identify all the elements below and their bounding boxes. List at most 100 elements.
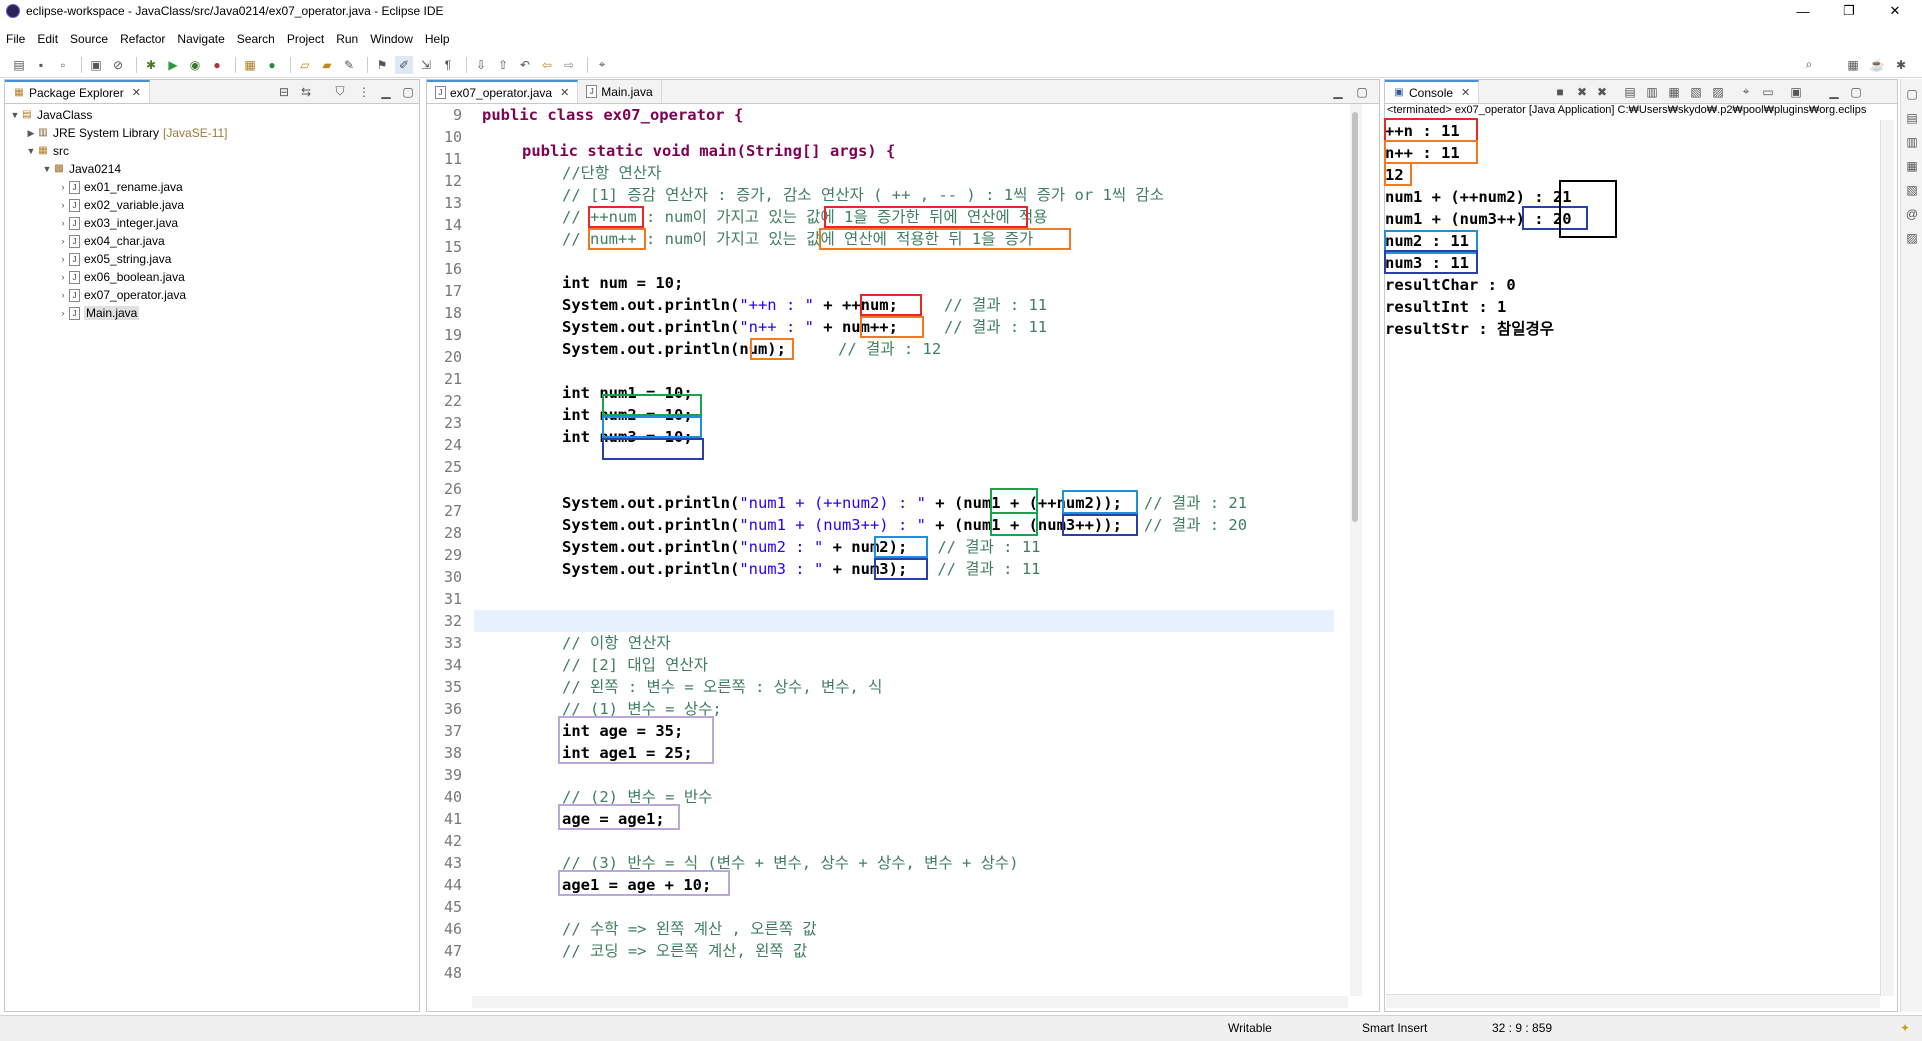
remove-all-icon[interactable]: ✖	[1593, 83, 1611, 101]
java-perspective-icon[interactable]: ☕	[1868, 56, 1886, 74]
coverage-icon[interactable]: ◉	[186, 56, 204, 74]
view-menu-icon[interactable]: ⋮	[355, 83, 373, 101]
chevron-right-icon[interactable]: ›	[57, 254, 69, 264]
search-tool-icon[interactable]: ✎	[340, 56, 358, 74]
menu-project[interactable]: Project	[287, 32, 324, 46]
code-line[interactable]: // (3) 반수 = 식 (변수 + 변수, 상수 + 상수, 변수 + 상수…	[562, 852, 1334, 874]
chevron-right-icon[interactable]: ›	[57, 290, 69, 300]
tab-package-explorer[interactable]: ▦ Package Explorer ✕	[5, 80, 150, 103]
open-folder-icon[interactable]: ▰	[318, 56, 336, 74]
tree-file-item[interactable]: › J ex01_rename.java	[5, 178, 419, 196]
code-line[interactable]: // 코딩 => 오른쪽 계산, 왼쪽 값	[562, 940, 1334, 962]
word-wrap-icon[interactable]: ▦	[1665, 83, 1683, 101]
code-editor[interactable]: 9 10 11 12 13 14 15 16 17 18 19 20 21 22 23 24 25 26 27 28 2…	[428, 104, 1350, 996]
scroll-lock-icon[interactable]: ▥	[1643, 83, 1661, 101]
new-java-project-icon[interactable]: ▦	[241, 56, 259, 74]
chevron-right-icon[interactable]: ▶	[25, 128, 37, 139]
chevron-right-icon[interactable]: ›	[57, 200, 69, 210]
debug-icon[interactable]: ✱	[142, 56, 160, 74]
collapse-all-icon[interactable]: ⊟	[275, 83, 293, 101]
code-line[interactable]: System.out.println("num1 + (num3++) : " …	[562, 514, 1334, 536]
close-icon[interactable]: ✕	[560, 86, 569, 99]
code-line[interactable]: int age1 = 25;	[562, 742, 1334, 764]
code-line[interactable]: System.out.println("num1 + (++num2) : " …	[562, 492, 1334, 514]
menu-navigate[interactable]: Navigate	[177, 32, 224, 46]
minimize-view-icon[interactable]: ▁	[1329, 83, 1347, 101]
forward-icon[interactable]: ⇨	[560, 56, 578, 74]
save-all-icon[interactable]: ▫	[54, 56, 72, 74]
search-icon[interactable]: ⌕	[1800, 56, 1818, 74]
code-line[interactable]: public static void main(String[] args) {	[522, 140, 1334, 162]
chevron-down-icon[interactable]: ▼	[41, 164, 53, 174]
tree-file-item[interactable]: › J ex03_integer.java	[5, 214, 419, 232]
menu-refactor[interactable]: Refactor	[120, 32, 165, 46]
next-annotation-icon[interactable]: ⇩	[472, 56, 490, 74]
editor-vertical-scrollbar[interactable]	[1348, 104, 1362, 996]
code-line[interactable]: int num = 10;	[562, 272, 1334, 294]
minimize-view-icon[interactable]: ▁	[377, 83, 395, 101]
tree-node-jre[interactable]: ▶ ▥ JRE System Library [JavaSE-11]	[5, 124, 419, 142]
hierarchy-icon[interactable]: ▧	[1903, 181, 1921, 199]
editor-horizontal-scrollbar[interactable]	[472, 994, 1348, 1008]
code-line[interactable]: // (2) 변수 = 반수	[562, 786, 1334, 808]
tree-file-item-selected[interactable]: › J Main.java	[5, 304, 419, 322]
open-console-icon[interactable]: ▣	[1787, 83, 1805, 101]
code-line[interactable]: System.out.println("num3 : " + num3); // …	[562, 558, 1334, 580]
code-line[interactable]: // 이항 연산자	[562, 632, 1334, 654]
edit-mode-icon[interactable]: ✐	[395, 55, 413, 74]
show-on-output-icon[interactable]: ▧	[1687, 83, 1705, 101]
menu-search[interactable]: Search	[237, 32, 275, 46]
chevron-right-icon[interactable]: ›	[57, 218, 69, 228]
minimize-view-icon[interactable]: ▁	[1825, 83, 1843, 101]
back-icon[interactable]: ⇦	[538, 56, 556, 74]
declaration-icon[interactable]: ▨	[1903, 229, 1921, 247]
close-icon[interactable]: ✕	[1461, 86, 1470, 99]
code-line[interactable]: age1 = age + 10;	[562, 874, 1334, 896]
filter-icon[interactable]: ⛉	[331, 83, 349, 101]
last-edit-icon[interactable]: ↶	[516, 56, 534, 74]
open-type-icon[interactable]: ▱	[296, 56, 314, 74]
chevron-right-icon[interactable]: ›	[57, 272, 69, 282]
new-icon[interactable]: ▤	[10, 56, 28, 74]
maximize-view-icon[interactable]: ▢	[1353, 83, 1371, 101]
restore-icon[interactable]: ▢	[1903, 85, 1921, 103]
show-whitespace-icon[interactable]: ¶	[439, 56, 457, 74]
close-icon[interactable]: ✕	[132, 86, 141, 99]
tree-node-project[interactable]: ▼ ▤ JavaClass	[5, 106, 419, 124]
tab-ex07-operator[interactable]: J ex07_operator.java ✕	[427, 80, 579, 103]
tree-file-item[interactable]: › J ex07_operator.java	[5, 286, 419, 304]
tree-node-package[interactable]: ▼ ▩ Java0214	[5, 160, 419, 178]
debug-perspective-icon[interactable]: ✱	[1892, 56, 1910, 74]
maximize-view-icon[interactable]: ▢	[399, 83, 417, 101]
menu-source[interactable]: Source	[70, 32, 108, 46]
code-line[interactable]: // 수학 => 왼쪽 계산 , 오른쪽 값	[562, 918, 1334, 940]
code-line[interactable]: //단항 연산자	[562, 162, 1334, 184]
code-line[interactable]: // ++num : num이 가지고 있는 값에 1을 증가한 뒤에 연산에 …	[562, 206, 1334, 228]
clear-console-icon[interactable]: ▤	[1621, 83, 1639, 101]
link-editor-icon[interactable]: ⇆	[297, 83, 315, 101]
console-output[interactable]: ++n : 11 n++ : 11 12 num1 + (++num2) : 2…	[1384, 104, 1885, 996]
scroll-thumb[interactable]	[1352, 112, 1358, 522]
terminal-icon[interactable]: ▣	[87, 56, 105, 74]
run-icon[interactable]: ▶	[164, 56, 182, 74]
minimize-button[interactable]: —	[1780, 0, 1826, 22]
outline-icon[interactable]: ▤	[1903, 109, 1921, 127]
menu-edit[interactable]: Edit	[37, 32, 58, 46]
display-console-icon[interactable]: ▭	[1759, 83, 1777, 101]
task-list-icon[interactable]: ▥	[1903, 133, 1921, 151]
code-line[interactable]: System.out.println("++n : " + ++num; // 결…	[562, 294, 1334, 316]
code-line[interactable]: // num++ : num이 가지고 있는 값에 연산에 적용한 뒤 1을 증…	[562, 228, 1334, 250]
code-line[interactable]: age = age1;	[562, 808, 1334, 830]
tree-file-item[interactable]: › J ex04_char.java	[5, 232, 419, 250]
code-line[interactable]: // (1) 변수 = 상수;	[562, 698, 1334, 720]
tab-console[interactable]: ▣ Console ✕	[1385, 80, 1480, 103]
code-line[interactable]: System.out.println("num2 : " + num2); // …	[562, 536, 1334, 558]
pin-editor-icon[interactable]: ⌖	[593, 56, 611, 74]
chevron-down-icon[interactable]: ▼	[25, 146, 37, 156]
tree-file-item[interactable]: › J ex06_boolean.java	[5, 268, 419, 286]
tree-node-src[interactable]: ▼ ▦ src	[5, 142, 419, 160]
lightbulb-icon[interactable]: ✦	[1900, 1021, 1910, 1035]
toggle-block-icon[interactable]: ⇲	[417, 56, 435, 74]
close-window-button[interactable]: ✕	[1872, 0, 1918, 22]
console-horizontal-scrollbar[interactable]	[1386, 994, 1880, 1008]
